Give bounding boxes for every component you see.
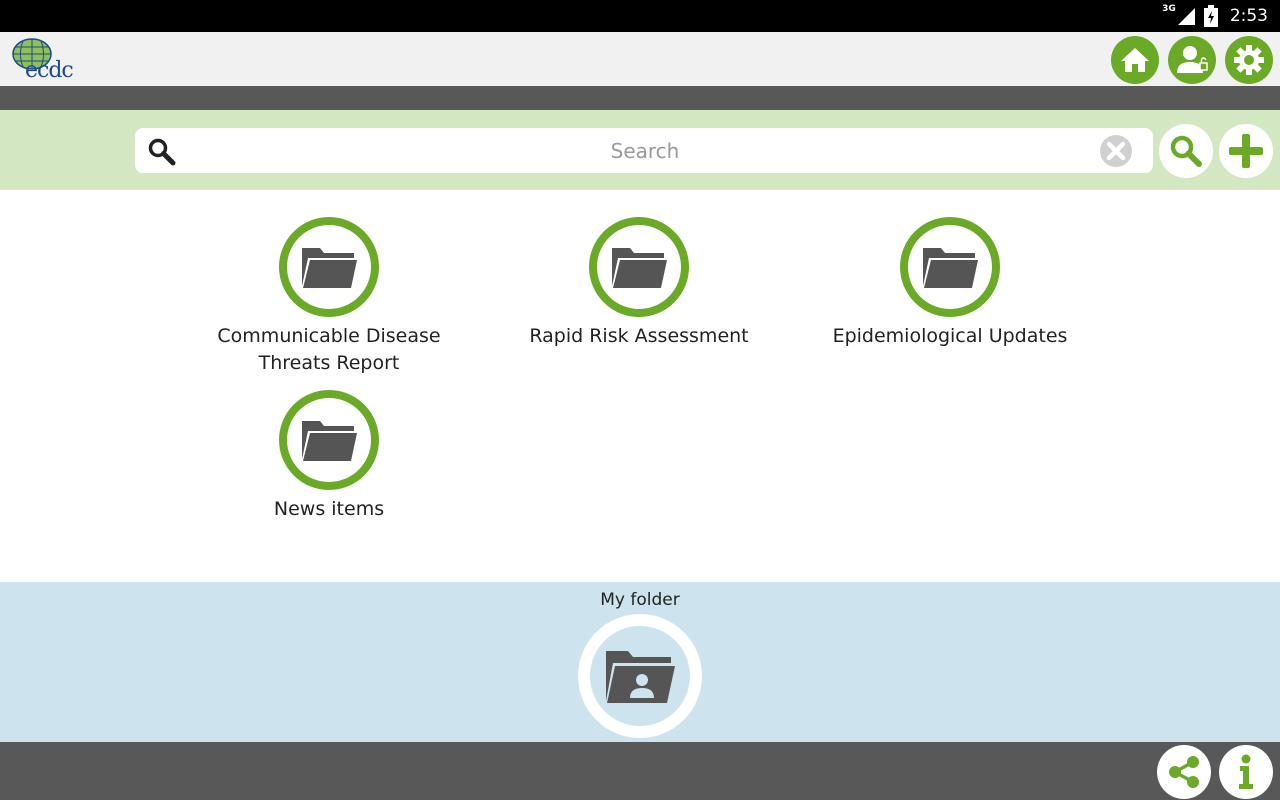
folder-button[interactable]: [900, 217, 1000, 317]
bottom-toolbar: [0, 742, 1280, 800]
folder-icon: [302, 248, 357, 288]
folder-button[interactable]: [279, 217, 379, 317]
gear-icon: [1234, 45, 1264, 75]
account-button[interactable]: [1168, 36, 1216, 84]
search-icon: [148, 138, 176, 166]
folder-label: Communicable Disease Threats Report: [217, 325, 441, 374]
share-icon: [1169, 756, 1199, 788]
settings-button[interactable]: [1225, 36, 1273, 84]
home-icon: [1121, 48, 1149, 72]
folder-icon: [923, 248, 978, 288]
user-icon: [1177, 46, 1208, 73]
plus-icon: [1229, 134, 1263, 168]
folder-button[interactable]: [589, 217, 689, 317]
share-button[interactable]: [1157, 745, 1211, 799]
home-button[interactable]: [1111, 36, 1159, 84]
clear-search-icon[interactable]: [1099, 134, 1133, 168]
search-icon: [1170, 135, 1202, 167]
my-folder-button[interactable]: [578, 614, 702, 738]
clock: 2:53: [1229, 6, 1268, 26]
system-status-bar: 3G 2:53: [0, 0, 1280, 32]
network-type: 3G: [1162, 4, 1176, 14]
folder-icon: [612, 248, 667, 288]
user-folder-icon: [606, 651, 675, 703]
my-folder-label: My folder: [600, 590, 680, 610]
add-button[interactable]: [1219, 124, 1273, 178]
folder-item[interactable]: Epidemiological Updates: [820, 217, 1080, 350]
folder-button[interactable]: [279, 390, 379, 490]
search-box: [135, 128, 1153, 173]
info-icon: [1239, 754, 1253, 789]
ecdc-logo: ecdc: [10, 36, 86, 84]
search-button[interactable]: [1159, 124, 1213, 178]
folder-item[interactable]: Rapid Risk Assessment: [509, 217, 769, 350]
app-header: ecdc: [0, 32, 1280, 86]
info-button[interactable]: [1219, 745, 1273, 799]
search-bar: [0, 110, 1280, 190]
folder-item[interactable]: News items: [199, 390, 459, 523]
folder-label: News items: [273, 498, 385, 520]
my-folder-section: My folder: [0, 582, 1280, 742]
header-divider: [0, 86, 1280, 110]
battery-icon: [1203, 5, 1218, 27]
folder-label: Epidemiological Updates: [832, 325, 1068, 347]
signal-icon: [1177, 8, 1195, 25]
folder-item[interactable]: Communicable Disease Threats Report: [199, 217, 459, 377]
search-input[interactable]: [195, 128, 1095, 173]
folder-label: Rapid Risk Assessment: [529, 325, 749, 347]
folder-icon: [302, 421, 357, 461]
